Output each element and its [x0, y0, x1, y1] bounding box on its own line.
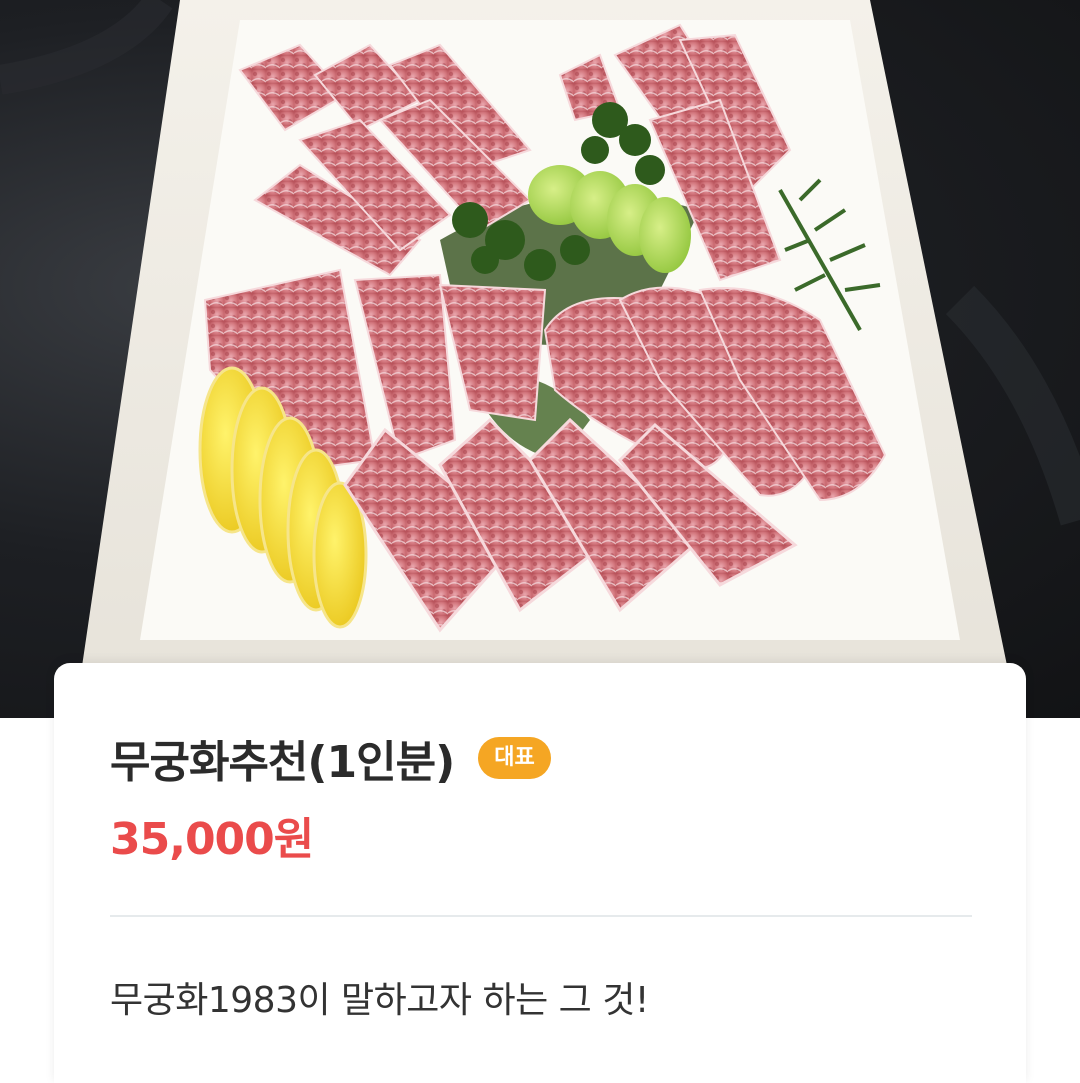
- menu-title: 무궁화추천(1인분): [110, 737, 455, 788]
- divider: [110, 915, 972, 917]
- menu-description: 무궁화1983이 말하고자 하는 그 것!: [110, 980, 649, 1021]
- title-row: 무궁화추천(1인분) 대표: [110, 725, 551, 791]
- menu-photo[interactable]: [0, 0, 1080, 718]
- menu-info-card: 무궁화추천(1인분) 대표 35,000원 무궁화1983이 말하고자 하는 그…: [54, 663, 1026, 1083]
- signature-badge: 대표: [478, 737, 551, 779]
- beef-platter-image: [0, 0, 1080, 680]
- menu-price: 35,000원: [110, 814, 314, 865]
